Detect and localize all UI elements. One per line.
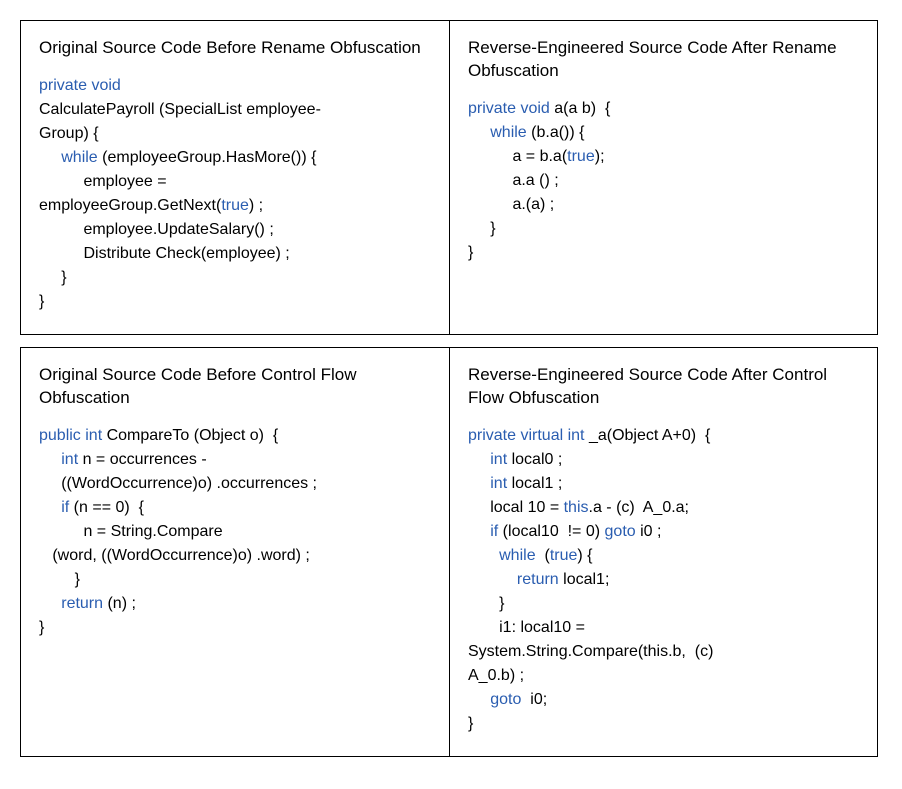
code-original-rename: private void CalculatePayroll (SpecialLi…: [39, 74, 431, 314]
heading-reverse-controlflow: Reverse-Engineered Source Code After Con…: [468, 364, 859, 410]
heading-original-rename: Original Source Code Before Rename Obfus…: [39, 37, 431, 60]
cell-original-controlflow: Original Source Code Before Control Flow…: [21, 348, 449, 756]
row-rename-obfuscation: Original Source Code Before Rename Obfus…: [20, 20, 878, 335]
heading-original-controlflow: Original Source Code Before Control Flow…: [39, 364, 431, 410]
code-reverse-rename: private void a(a b) { while (b.a()) { a …: [468, 97, 859, 265]
code-original-controlflow: public int CompareTo (Object o) { int n …: [39, 424, 431, 640]
cell-original-rename: Original Source Code Before Rename Obfus…: [21, 21, 449, 334]
cell-reverse-rename: Reverse-Engineered Source Code After Ren…: [449, 21, 877, 334]
code-reverse-controlflow: private virtual int _a(Object A+0) { int…: [468, 424, 859, 736]
heading-reverse-rename: Reverse-Engineered Source Code After Ren…: [468, 37, 859, 83]
row-controlflow-obfuscation: Original Source Code Before Control Flow…: [20, 347, 878, 757]
cell-reverse-controlflow: Reverse-Engineered Source Code After Con…: [449, 348, 877, 756]
